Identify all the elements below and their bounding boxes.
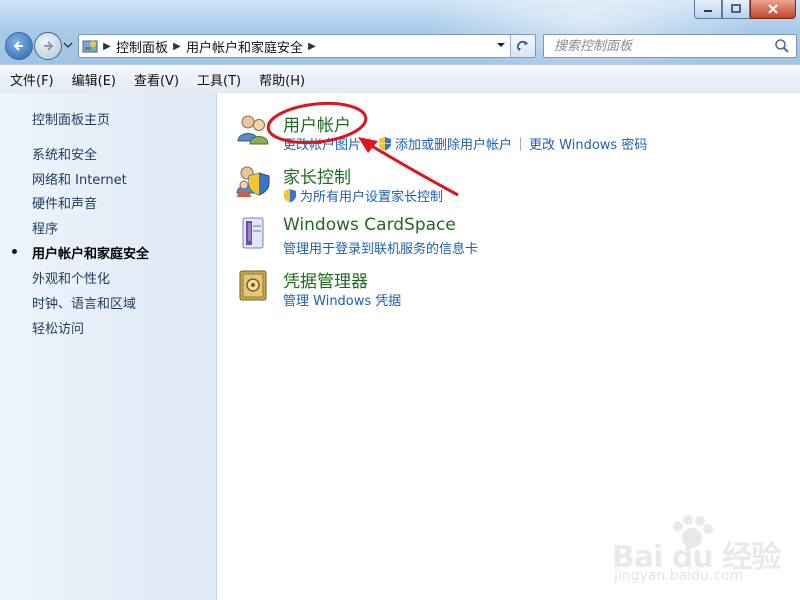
category-links: 管理用于登录到联机服务的信息卡 bbox=[283, 238, 478, 257]
minimize-icon bbox=[704, 10, 712, 12]
sidebar-item-ease-of-access[interactable]: 轻松访问 bbox=[32, 318, 84, 337]
link-divider bbox=[520, 136, 522, 151]
category-links: 更改帐户图片 添加或删除用户帐户 更改 Windows 密码 bbox=[283, 134, 647, 153]
menu-help[interactable]: 帮助(H) bbox=[249, 70, 313, 89]
address-dropdown-button[interactable] bbox=[493, 38, 509, 52]
breadcrumb-separator-icon[interactable]: ▶ bbox=[305, 41, 319, 52]
users-icon[interactable] bbox=[235, 111, 271, 147]
sidebar-item-network[interactable]: 网络和 Internet bbox=[32, 169, 127, 188]
refresh-button[interactable] bbox=[510, 35, 535, 57]
breadcrumb-separator-icon[interactable]: ▶ bbox=[100, 41, 114, 52]
category-title-user-accounts[interactable]: 用户帐户 bbox=[283, 111, 351, 136]
menu-bar: 文件(F) 编辑(E) 查看(V) 工具(T) 帮助(H) bbox=[0, 64, 800, 94]
arrow-left-icon bbox=[13, 41, 23, 51]
watermark-url: jingyan.baidu.com bbox=[614, 568, 744, 584]
search-box[interactable] bbox=[543, 34, 797, 58]
sidebar-item-home[interactable]: 控制面板主页 bbox=[32, 109, 110, 128]
chevron-down-icon bbox=[497, 43, 505, 47]
maximize-button[interactable] bbox=[722, 0, 750, 19]
link-manage-information-cards[interactable]: 管理用于登录到联机服务的信息卡 bbox=[283, 238, 478, 257]
credential-manager-icon[interactable] bbox=[235, 267, 271, 303]
sidebar: 控制面板主页 系统和安全 网络和 Internet 硬件和声音 程序 用户帐户和… bbox=[0, 93, 217, 600]
minimize-button[interactable] bbox=[694, 0, 722, 19]
parental-control-icon[interactable] bbox=[235, 163, 271, 199]
link-change-windows-password[interactable]: 更改 Windows 密码 bbox=[529, 134, 647, 153]
title-bar: ▶ 控制面板 ▶ 用户帐户和家庭安全 ▶ bbox=[0, 0, 800, 64]
window-controls bbox=[694, 0, 796, 19]
menu-view[interactable]: 查看(V) bbox=[124, 70, 187, 89]
breadcrumb-user-accounts[interactable]: 用户帐户和家庭安全 bbox=[184, 37, 305, 56]
category-title-credential-manager[interactable]: 凭据管理器 bbox=[283, 267, 368, 292]
control-panel-icon bbox=[82, 40, 98, 53]
sidebar-item-system-security[interactable]: 系统和安全 bbox=[32, 144, 97, 163]
history-dropdown-icon[interactable] bbox=[63, 40, 73, 50]
link-set-parental-controls[interactable]: 为所有用户设置家长控制 bbox=[300, 186, 443, 205]
menu-edit[interactable]: 编辑(E) bbox=[62, 70, 124, 89]
category-links: 管理 Windows 凭据 bbox=[283, 290, 401, 309]
sidebar-item-programs[interactable]: 程序 bbox=[32, 218, 58, 237]
uac-shield-icon bbox=[379, 137, 392, 151]
address-bar[interactable]: ▶ 控制面板 ▶ 用户帐户和家庭安全 ▶ bbox=[78, 34, 536, 58]
search-icon[interactable] bbox=[774, 38, 790, 54]
menu-file[interactable]: 文件(F) bbox=[0, 70, 62, 89]
sidebar-item-user-accounts[interactable]: 用户帐户和家庭安全 bbox=[32, 243, 149, 262]
refresh-icon bbox=[516, 40, 528, 51]
breadcrumb-control-panel[interactable]: 控制面板 bbox=[114, 37, 170, 56]
category-links: 为所有用户设置家长控制 bbox=[283, 186, 443, 205]
link-divider bbox=[369, 136, 371, 151]
forward-button[interactable] bbox=[34, 32, 62, 60]
baidu-watermark: Bai du 经验 jingyan.baidu.com bbox=[612, 512, 792, 590]
category-title-parental-controls[interactable]: 家长控制 bbox=[283, 163, 351, 188]
category-title-cardspace[interactable]: Windows CardSpace bbox=[283, 215, 456, 235]
link-manage-windows-credentials[interactable]: 管理 Windows 凭据 bbox=[283, 290, 401, 309]
back-button[interactable] bbox=[5, 32, 33, 60]
link-add-remove-accounts[interactable]: 添加或删除用户帐户 bbox=[395, 134, 512, 153]
close-button[interactable] bbox=[750, 0, 796, 19]
sidebar-item-appearance[interactable]: 外观和个性化 bbox=[32, 268, 110, 287]
maximize-icon bbox=[731, 4, 741, 13]
sidebar-item-clock-language[interactable]: 时钟、语言和区域 bbox=[32, 293, 136, 312]
close-icon bbox=[768, 4, 778, 14]
arrow-right-icon bbox=[44, 41, 54, 51]
uac-shield-icon bbox=[284, 189, 296, 203]
breadcrumb-separator-icon[interactable]: ▶ bbox=[170, 41, 184, 52]
sidebar-item-hardware-sound[interactable]: 硬件和声音 bbox=[32, 193, 97, 212]
menu-tools[interactable]: 工具(T) bbox=[187, 70, 249, 89]
cardspace-icon[interactable] bbox=[235, 215, 271, 251]
active-bullet-icon bbox=[12, 249, 17, 254]
search-input[interactable] bbox=[552, 37, 776, 55]
link-change-account-picture[interactable]: 更改帐户图片 bbox=[283, 134, 361, 153]
